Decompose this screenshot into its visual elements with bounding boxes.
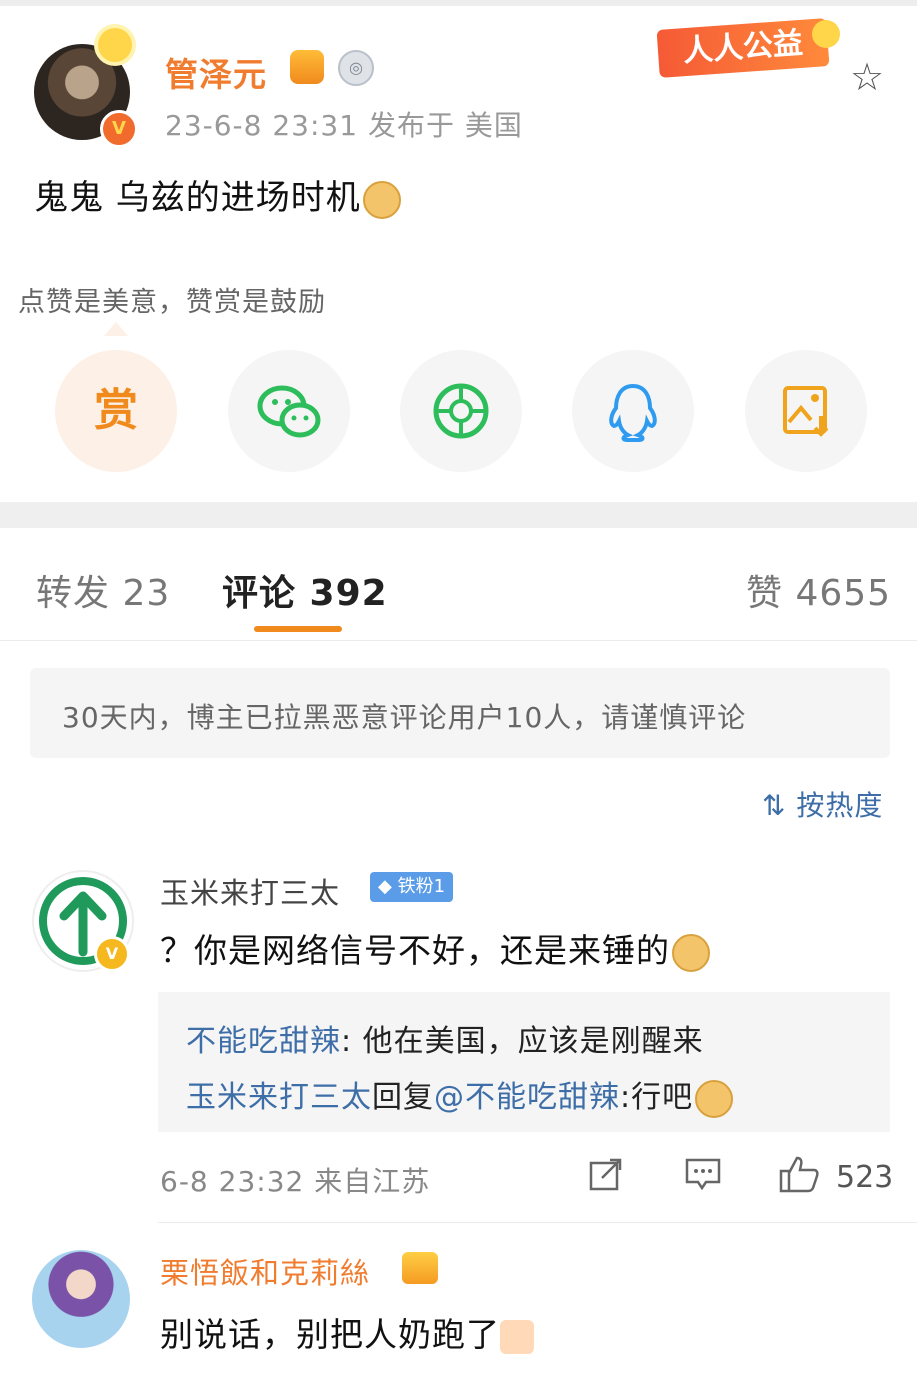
share-moments-button[interactable] [400,350,522,472]
avatar-sun-decoration [98,28,132,62]
thumbs-up-icon [779,1156,819,1193]
share-comment-button[interactable] [588,1156,624,1200]
reply-mention[interactable]: @不能吃甜辣 [434,1080,620,1115]
reply-text: 他在美国，应该是刚醒来 [362,1024,704,1059]
tab-repost[interactable]: 转发 23 [36,564,170,616]
save-image-button[interactable] [745,350,867,472]
reply-keyword: 回复 [372,1080,434,1115]
like-count: 523 [836,1160,894,1195]
vip-badge-icon: V [100,110,138,148]
moments-icon [400,350,522,472]
reward-button[interactable]: 赏 [55,350,177,472]
comment-meta: 6-8 23:32 来自江苏 [160,1165,431,1198]
tip-arrow [104,322,128,336]
qq-icon [572,350,694,472]
vip-badge-icon: V [94,936,130,972]
reply-comment-button[interactable] [684,1156,722,1200]
reply-item[interactable]: 玉米来打三太回复@不能吃甜辣:行吧 [186,1072,734,1118]
charity-tag[interactable]: 人人公益 [656,18,830,78]
save-image-icon [745,350,867,472]
sort-label: 按热度 [796,789,884,822]
share-wechat-button[interactable] [228,350,350,472]
author-name[interactable]: 管泽元 [165,48,267,96]
doge-emoji-icon [672,933,710,972]
notice-text: 30天内，博主已拉黑恶意评论用户10人，请谨慎评论 [62,701,747,734]
doge-emoji-icon [362,180,401,219]
share-qq-button[interactable] [572,350,694,472]
share-out-icon [589,1158,622,1191]
comment-divider [158,1222,917,1223]
charity-sun-icon [812,20,840,48]
reward-tip: 点赞是美意，赞赏是鼓励 [18,287,326,318]
like-comment-button[interactable] [778,1154,820,1202]
fan-badge: ◆ 铁粉1 [370,872,454,902]
sort-icon: ⇅ [762,789,787,822]
sort-button[interactable]: ⇅ 按热度 [762,784,883,824]
fan-badge-label: 铁粉1 [397,876,446,897]
reward-icon: 赏 [94,385,138,436]
gold-medal-icon [290,50,324,84]
crown-badge-icon [402,1252,438,1284]
comment-avatar[interactable] [32,1250,130,1348]
reply-text: 行吧 [631,1080,694,1115]
reply-item[interactable]: 不能吃甜辣: 他在美国，应该是刚醒来 [186,1016,704,1060]
wechat-icon [228,350,350,472]
tab-divider [0,640,917,641]
tab-likes[interactable]: 赞 4655 [746,564,891,616]
section-separator [0,502,917,528]
top-divider [0,0,917,6]
comment-text-content: 别说话，别把人奶跑了 [160,1315,500,1354]
post-time-location: 23-6-8 23:31 发布于 美国 [165,109,523,142]
comment-text: ？你是网络信号不好，还是来锤的 [160,924,710,972]
praying-hands-emoji-icon [500,1319,534,1354]
silver-medal-icon: ◎ [338,50,374,86]
comment-bubble-icon [685,1158,721,1191]
post-content: 鬼鬼 乌兹的进场时机 [34,170,401,219]
active-tab-indicator [254,626,342,632]
favorite-star-icon[interactable]: ☆ [846,56,888,98]
reply-separator: : [341,1024,363,1059]
comment-text: 别说话，别把人奶跑了 [160,1308,534,1356]
tab-comments[interactable]: 评论 392 [222,564,388,616]
reply-separator: : [620,1080,632,1115]
comment-text-content: ？你是网络信号不好，还是来锤的 [160,931,670,970]
comment-username[interactable]: 栗悟飯和克莉絲 [160,1250,370,1292]
reply-username[interactable]: 不能吃甜辣 [186,1024,341,1059]
post-content-text: 鬼鬼 乌兹的进场时机 [34,178,361,218]
comment-username[interactable]: 玉米来打三太 [160,870,340,912]
doge-emoji-icon [695,1079,734,1118]
reply-username[interactable]: 玉米来打三太 [186,1080,372,1115]
